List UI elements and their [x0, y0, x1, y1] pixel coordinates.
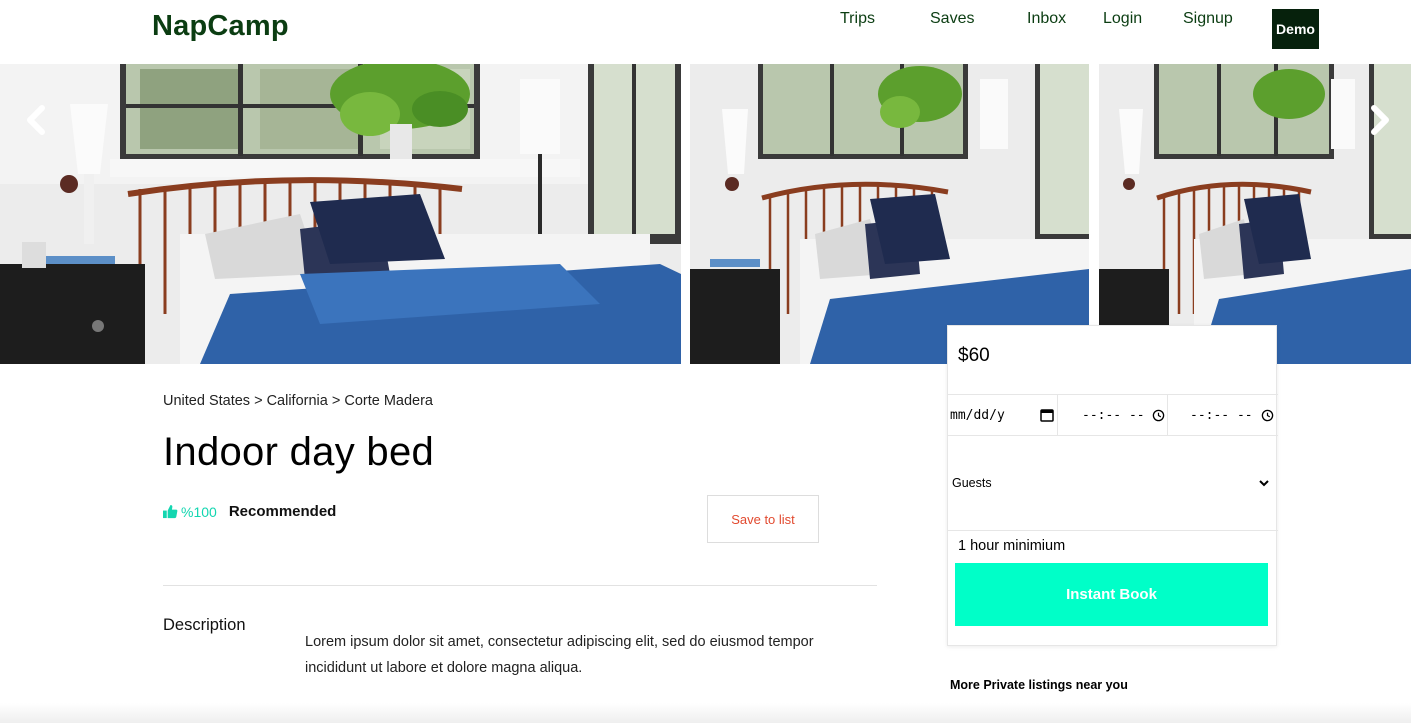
- nav-login[interactable]: Login: [1103, 10, 1142, 28]
- breadcrumb: United States > California > Corte Mader…: [163, 393, 433, 409]
- nav-saves[interactable]: Saves: [930, 10, 974, 28]
- nav-signup[interactable]: Signup: [1183, 10, 1233, 28]
- rating-percent: %100: [181, 503, 217, 520]
- demo-button[interactable]: Demo: [1272, 9, 1319, 49]
- clock-icon[interactable]: [1261, 409, 1274, 422]
- top-navbar: NapCamp Trips Saves Inbox Login Signup D…: [0, 0, 1411, 64]
- booking-panel: $60 mm/dd/y --:-- -- --:-- -- Guests 1 h…: [947, 325, 1278, 646]
- end-time-input[interactable]: --:-- --: [1168, 395, 1276, 435]
- clock-icon[interactable]: [1152, 409, 1165, 422]
- listing-photo[interactable]: [0, 64, 681, 364]
- chevron-left-icon[interactable]: [16, 100, 56, 140]
- start-time-placeholder: --:-- --: [1082, 407, 1145, 423]
- description-heading: Description: [163, 616, 246, 634]
- minimum-booking-note: 1 hour minimium: [958, 538, 1066, 554]
- logo[interactable]: NapCamp: [152, 10, 289, 43]
- rating-label: Recommended: [228, 503, 337, 520]
- save-to-list-button[interactable]: Save to list: [707, 495, 819, 543]
- nav-trips[interactable]: Trips: [840, 10, 875, 28]
- guests-select[interactable]: Guests: [948, 436, 1278, 530]
- thumbs-up-icon: [163, 504, 178, 519]
- chevron-right-icon[interactable]: [1360, 100, 1400, 140]
- divider: [163, 585, 877, 586]
- listing-photo[interactable]: [690, 64, 1089, 364]
- instant-book-button[interactable]: Instant Book: [955, 563, 1268, 626]
- price: $60: [958, 345, 990, 366]
- photo-carousel: [0, 64, 1411, 364]
- chevron-down-icon: [1259, 480, 1269, 487]
- divider: [948, 530, 1278, 531]
- listing-title: Indoor day bed: [163, 430, 435, 474]
- date-placeholder: mm/dd/y: [950, 407, 1005, 423]
- nav-inbox[interactable]: Inbox: [1027, 10, 1066, 28]
- bottom-fade: [0, 703, 1411, 723]
- more-listings-heading: More Private listings near you: [950, 678, 1128, 692]
- date-input[interactable]: mm/dd/y: [950, 395, 1056, 435]
- guests-label: Guests: [952, 476, 992, 490]
- description-text: Lorem ipsum dolor sit amet, consectetur …: [305, 634, 814, 676]
- rating-summary: %100 Recommended: [163, 503, 336, 520]
- start-time-input[interactable]: --:-- --: [1058, 395, 1167, 435]
- calendar-icon[interactable]: [1040, 408, 1054, 422]
- end-time-placeholder: --:-- --: [1190, 407, 1253, 423]
